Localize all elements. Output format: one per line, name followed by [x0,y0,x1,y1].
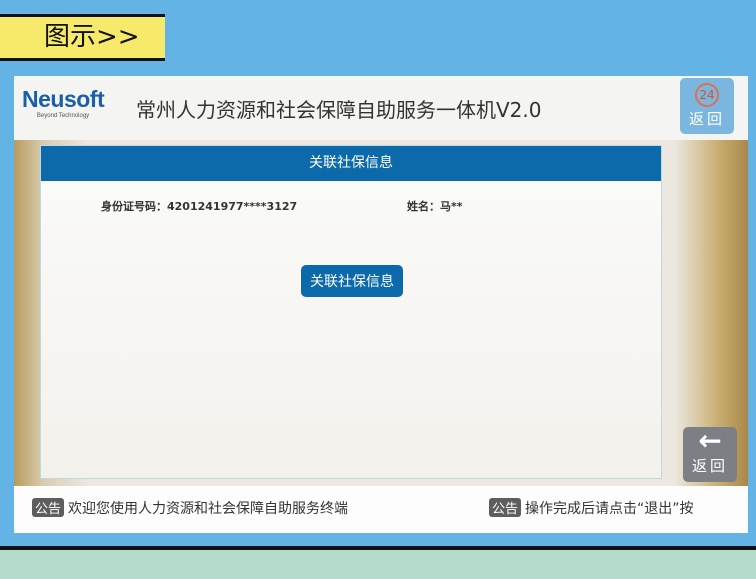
kiosk-screen: Neusoft Beyond Technology 常州人力资源和社会保障自助服务… [14,76,748,533]
notice-item: 公告 操作完成后请点击“退出”按 [489,498,694,518]
app-title: 常州人力资源和社会保障自助服务一体机V2.0 [136,98,542,122]
notice-item: 公告 欢迎您使用人力资源和社会保障自助服务终端 [32,498,348,518]
bottom-band [0,550,756,579]
dialog-title: 关联社保信息 [41,146,661,181]
timer-back-label: 返回 [688,110,725,128]
back-button[interactable]: ← 返回 [683,427,737,482]
name-field: 姓名：马** [407,200,463,213]
link-social-security-dialog: 关联社保信息 身份证号码：4201241977****3127 姓名：马** 关… [40,145,662,479]
link-social-security-button[interactable]: 关联社保信息 [301,265,403,297]
id-number-field: 身份证号码：4201241977****3127 [101,200,298,213]
countdown-timer: 24 [695,83,719,107]
figure-tag: 图示>> [0,14,165,61]
timer-back-button[interactable]: 24 返回 [680,78,734,134]
notice-ticker: 公告 欢迎您使用人力资源和社会保障自助服务终端 公告 操作完成后请点击“退出”按 [14,486,748,533]
back-label: 返回 [691,457,728,475]
header: Neusoft Beyond Technology 常州人力资源和社会保障自助服务… [14,76,748,140]
arrow-left-icon: ← [698,424,722,457]
neusoft-logo: Neusoft Beyond Technology [22,86,105,119]
